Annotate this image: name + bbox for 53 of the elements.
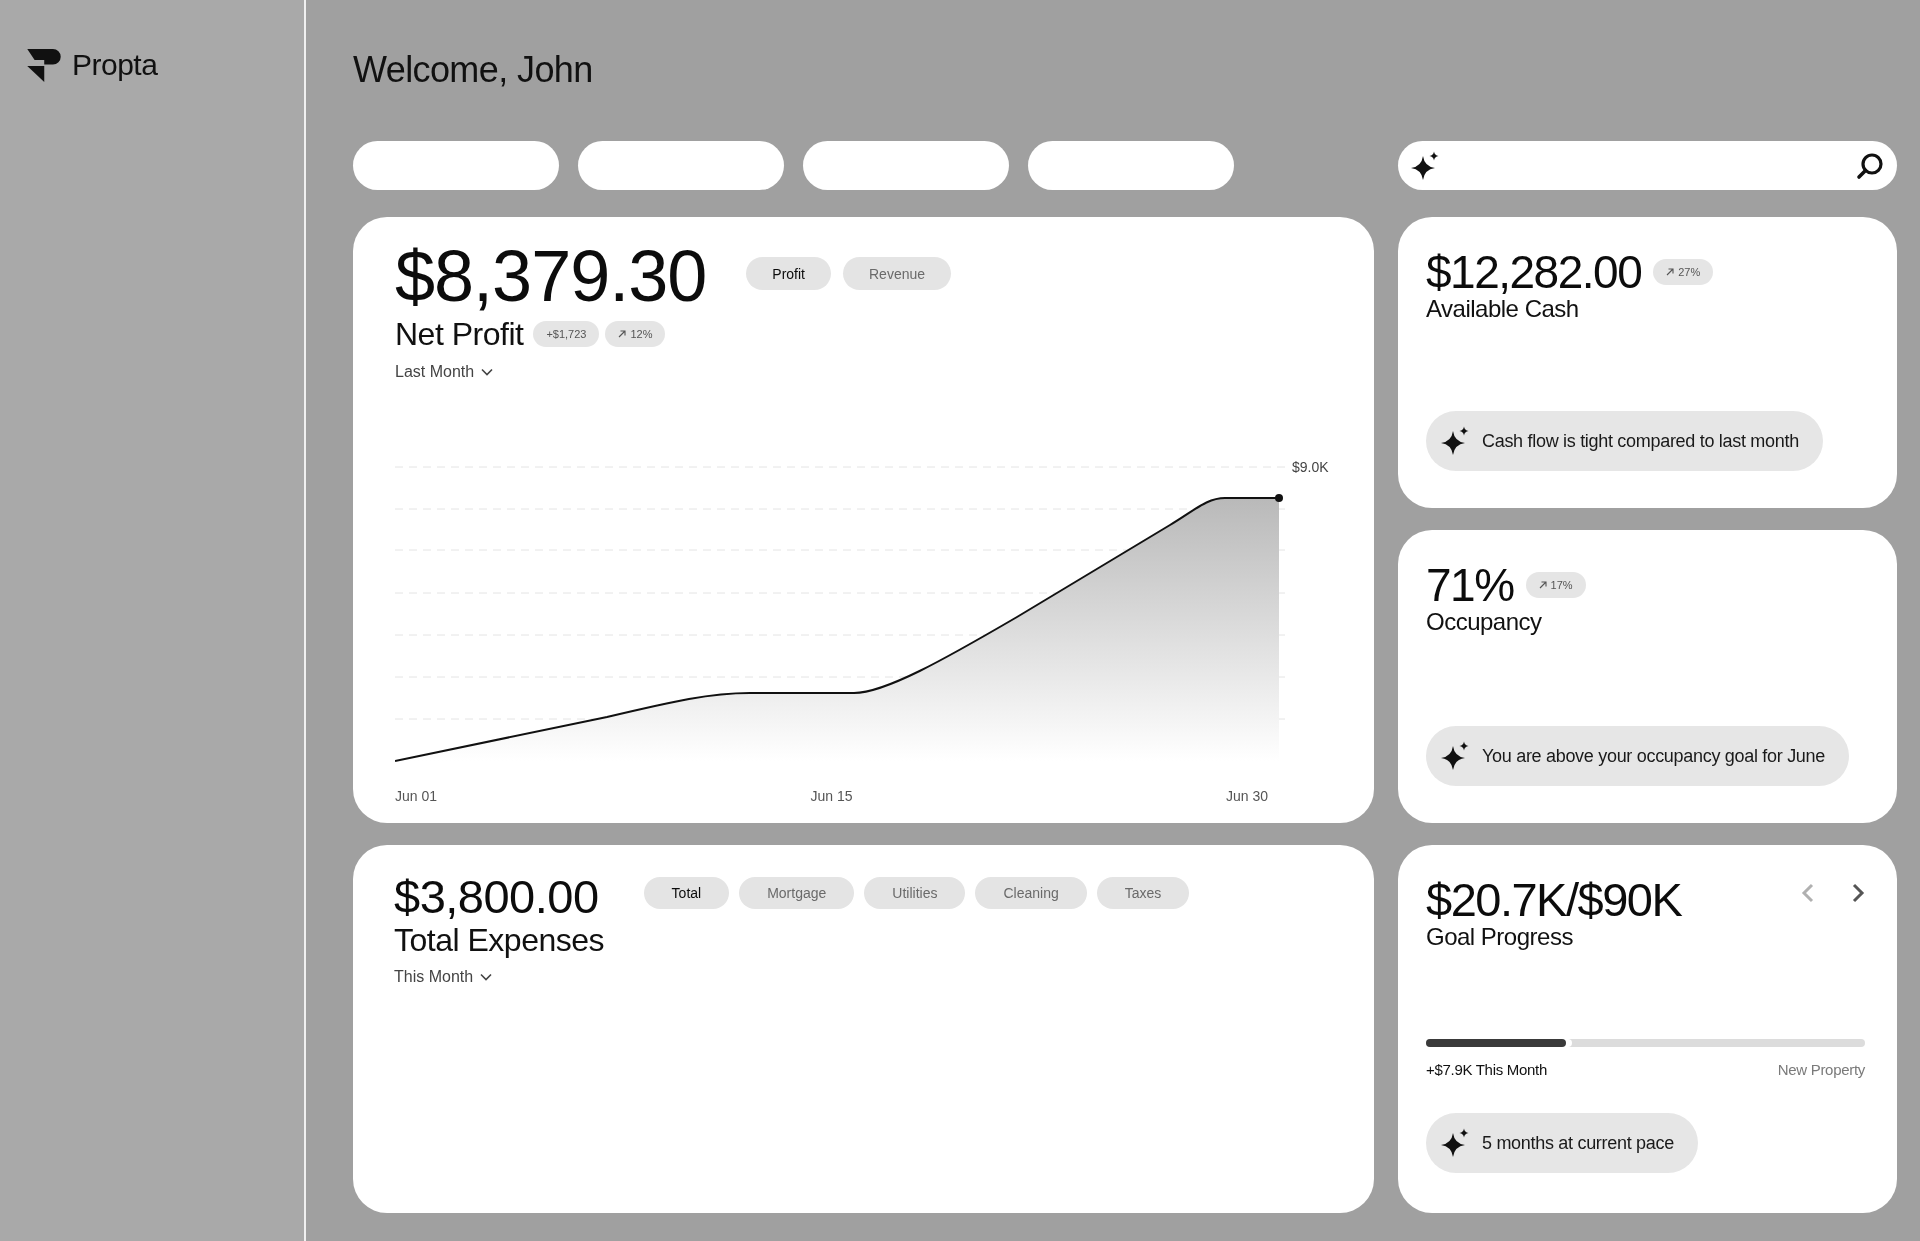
trend-value: 27%: [1678, 266, 1701, 278]
blank-tab[interactable]: [1028, 141, 1234, 190]
goal-name: New Property: [1777, 1061, 1865, 1079]
chart-value-label: $9.0K: [1292, 458, 1329, 475]
chevron-down-icon: [480, 972, 493, 981]
insight-text: You are above your occupancy goal for June: [1482, 745, 1825, 767]
arrow-up-right-icon: [618, 330, 627, 339]
arrow-up-right-icon: [1666, 268, 1675, 276]
arrow-up-right-icon: [1538, 581, 1547, 589]
goal-label: Goal Progress: [1426, 923, 1573, 951]
insight-text: 5 months at current pace: [1482, 1132, 1674, 1154]
axis-label: Jun 30: [1225, 787, 1268, 805]
brand-name: Propta: [72, 48, 158, 82]
trend-value: 17%: [1550, 579, 1573, 591]
stat-value: $12,282.00: [1426, 249, 1642, 295]
axis-label: Jun 15: [810, 787, 853, 805]
stat-value: 71%: [1426, 562, 1514, 608]
goal-amount: $20.7K/$90K: [1426, 876, 1682, 923]
expenses-label: Total Expenses: [394, 922, 604, 959]
trend-value: 12%: [630, 328, 653, 341]
profit-label: Net Profit: [395, 316, 524, 353]
chevron-down-icon: [481, 367, 494, 376]
category-filter[interactable]: Total: [643, 877, 730, 909]
stat-label: Available Cash: [1426, 295, 1579, 323]
category-filter[interactable]: Mortgage: [739, 877, 855, 909]
search-icon[interactable]: [1856, 151, 1884, 180]
insight-text: Cash flow is tight compared to last month: [1482, 430, 1799, 452]
blank-tab[interactable]: [578, 141, 784, 190]
category-filter[interactable]: Taxes: [1096, 877, 1190, 909]
expenses-amount: $3,800.00: [394, 873, 599, 920]
profit-amount: $8,379.30: [395, 240, 707, 312]
stat-label: Occupancy: [1426, 608, 1542, 636]
axis-label: Jun 01: [395, 787, 438, 805]
blank-tab[interactable]: [803, 141, 1009, 190]
logo-icon: [27, 48, 61, 82]
progress-caption: +$7.9K This Month: [1426, 1061, 1547, 1079]
chevron-right-icon: [1851, 883, 1865, 903]
metric-toggle[interactable]: Profit: [746, 257, 831, 290]
metric-toggle[interactable]: Revenue: [843, 257, 952, 290]
period-dropdown[interactable]: This Month: [394, 966, 493, 987]
chevron-left-icon: [1801, 883, 1815, 903]
change-badge: +$1,723: [533, 321, 600, 348]
sparkle-icon: [1441, 741, 1469, 771]
sparkle-icon: [1441, 426, 1469, 456]
sparkle-icon: [1441, 1128, 1469, 1158]
category-filter[interactable]: Utilities: [864, 877, 966, 909]
search-field[interactable]: [1398, 141, 1897, 190]
category-filter[interactable]: Cleaning: [975, 877, 1087, 909]
sparkle-icon: [1411, 150, 1439, 181]
period-dropdown[interactable]: Last Month: [395, 361, 494, 382]
next-button[interactable]: [1851, 883, 1865, 903]
page-title: Welcome, John: [353, 48, 593, 91]
blank-tab[interactable]: [353, 141, 559, 190]
